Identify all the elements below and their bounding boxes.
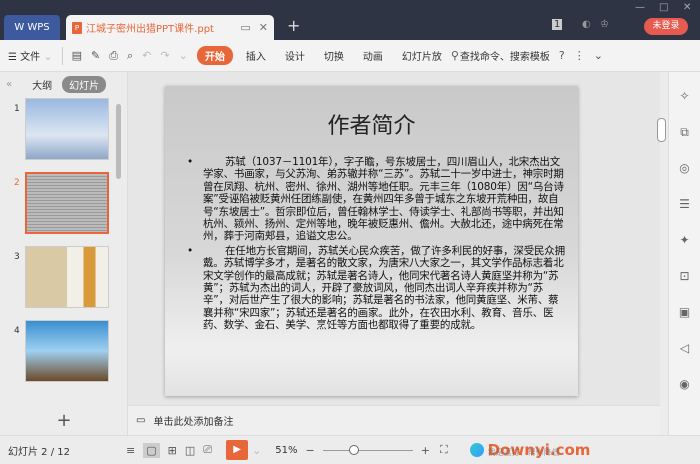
tab-slides[interactable]: 幻灯片 (62, 75, 107, 93)
notes-toggle-icon[interactable]: ≡ (126, 444, 135, 457)
add-slide-button[interactable]: + (0, 407, 128, 435)
notes-icon: ▭ (136, 415, 146, 426)
hamburger-icon: ☰ (8, 52, 17, 63)
thumb-number: 1 (14, 104, 20, 114)
tab-transition[interactable]: 切换 (324, 48, 344, 63)
format-painter-icon[interactable]: ✎ (91, 49, 100, 62)
tab-insert[interactable]: 插入 (246, 48, 266, 63)
print-preview-icon[interactable]: ⌕ (127, 49, 133, 63)
save-icon[interactable]: ▤ (72, 49, 82, 62)
close-window-icon[interactable]: ✕ (683, 2, 691, 13)
image-icon[interactable]: ▣ (669, 300, 700, 324)
thumb-image (25, 246, 109, 308)
tab-slideshow[interactable]: 幻灯片放 (402, 48, 442, 63)
zoom-in-button[interactable]: + (421, 444, 430, 457)
help-button[interactable]: ? (559, 49, 565, 62)
slide-thumbnail[interactable]: 3 (0, 244, 127, 318)
ppt-file-icon: P (72, 21, 82, 34)
undo-icon[interactable]: ↶ (142, 49, 151, 62)
close-tab-icon[interactable]: ✕ (259, 21, 268, 34)
zoom-out-button[interactable]: − (306, 444, 315, 457)
play-slideshow-button[interactable]: ▶ (226, 440, 249, 460)
record-icon[interactable]: ⊡ (669, 264, 700, 288)
thumb-image (25, 98, 109, 160)
assistant-tip: Downyi.com 我是蓝打、帮你降低 (488, 441, 591, 459)
chevron-down-icon: ⌄ (43, 50, 53, 63)
thumb-image (25, 172, 109, 234)
notes-area[interactable]: ▭ 单击此处添加备注 (128, 405, 660, 435)
status-bar: 幻灯片 2 / 12 ≡ ▢ ⊞ ◫ ⎚ ▶ ⌄ 51% − + ⛶ Downy… (0, 435, 700, 464)
redo-icon[interactable]: ↷ (160, 49, 169, 62)
tab-animation[interactable]: 动画 (363, 48, 383, 63)
zoom-level[interactable]: 51% (275, 445, 297, 456)
presenter-view-icon[interactable]: ⎚ (203, 443, 212, 457)
title-bar: W WPS P 江城子密州出猎PPT课件.ppt ▭ ✕ + 1 ◐ ♔ — □ … (0, 0, 700, 40)
thumb-number: 4 (14, 326, 20, 336)
reading-view-icon[interactable]: ◫ (185, 444, 195, 457)
maximize-icon[interactable]: □ (659, 2, 668, 13)
vertical-scrollbar[interactable] (657, 118, 666, 142)
wps-logo-icon: W (14, 22, 25, 33)
settings-icon[interactable]: ☰ (669, 192, 700, 216)
slide-canvas: 作者简介 苏轼（1037－1101年），字子瞻，号东坡居士，四川眉山人，北宋杰出… (128, 72, 660, 405)
slide-counter: 幻灯片 2 / 12 (8, 446, 70, 458)
tab-design[interactable]: 设计 (285, 48, 305, 63)
play-options-icon[interactable]: ⌄ (252, 444, 261, 457)
shape-icon[interactable]: ◎ (669, 156, 700, 180)
toolbar: ☰ 文件 ⌄ ▤ ✎ ⎙ ⌕ ↶ ↷ ⌄ 开始 插入 设计 切换 动画 幻灯片放… (0, 40, 700, 72)
collapse-ribbon-icon[interactable]: ⌄ (594, 49, 603, 62)
thumbnail-scrollbar[interactable] (116, 104, 121, 179)
login-button[interactable]: 未登录 (644, 18, 688, 35)
more-icon[interactable]: ⌄ (179, 49, 188, 62)
slide-thumbnail[interactable]: 4 (0, 318, 127, 392)
zoom-slider[interactable] (322, 444, 413, 455)
animation-icon[interactable]: ✦ (669, 228, 700, 252)
slide-title[interactable]: 作者简介 (165, 108, 578, 140)
slide[interactable]: 作者简介 苏轼（1037－1101年），字子瞻，号东坡居士，四川眉山人，北宋杰出… (165, 86, 578, 396)
document-title: 江城子密州出猎PPT课件.ppt (86, 24, 214, 35)
assistant-tip-text: 我是蓝打、帮你降低 (487, 448, 560, 457)
new-tab-button[interactable]: + (287, 16, 300, 35)
help-circle-icon[interactable]: ◉ (669, 372, 700, 396)
skin-icon[interactable]: ◐ (582, 19, 591, 30)
command-search[interactable]: 查找命令、搜索模板 (460, 48, 550, 63)
document-tab[interactable]: P 江城子密州出猎PPT课件.ppt ▭ ✕ (66, 15, 274, 40)
wps-home-tab[interactable]: W WPS (4, 15, 60, 40)
more-options-icon[interactable]: ⋮ (574, 49, 585, 62)
normal-view-icon[interactable]: ▢ (143, 442, 160, 458)
bullet-paragraph: 在任地方长官期间，苏轼关心民众疾苦，做了许多利民的好事，深受民众拥戴。苏轼博学多… (187, 245, 567, 332)
collapse-panel-icon[interactable]: « (6, 79, 12, 90)
tab-start[interactable]: 开始 (196, 46, 233, 65)
audio-icon[interactable]: ◁ (669, 336, 700, 360)
slide-panel: « 大纲 幻灯片 1 2 3 4 + (0, 72, 128, 435)
fit-window-icon[interactable]: ⛶ (440, 443, 448, 457)
print-icon[interactable]: ⎙ (109, 49, 118, 63)
slide-thumbnail[interactable]: 1 (0, 96, 127, 170)
pin-icon[interactable]: ▭ (240, 21, 250, 34)
assistant-icon[interactable] (469, 443, 484, 457)
copy-icon[interactable]: ⧉ (669, 120, 700, 144)
wps-label: WPS (27, 22, 50, 33)
sorter-view-icon[interactable]: ⊞ (168, 444, 177, 457)
thumb-number: 3 (14, 252, 20, 262)
slide-body[interactable]: 苏轼（1037－1101年），字子瞻，号东坡居士，四川眉山人，北宋杰出文学家、书… (187, 156, 567, 334)
shirt-icon[interactable]: ♔ (600, 19, 609, 30)
tab-outline[interactable]: 大纲 (32, 77, 52, 92)
right-sidebar: ✧ ⧉ ◎ ☰ ✦ ⊡ ▣ ◁ ◉ (668, 72, 700, 435)
window-count-badge[interactable]: 1 (552, 19, 563, 30)
zoom-slider-knob[interactable] (348, 444, 359, 455)
thumb-number: 2 (14, 178, 20, 188)
file-label: 文件 (20, 52, 41, 63)
search-icon: ⚲ (450, 49, 459, 62)
magic-icon[interactable]: ✧ (669, 84, 700, 108)
bullet-paragraph: 苏轼（1037－1101年），字子瞻，号东坡居士，四川眉山人，北宋杰出文学家、书… (187, 156, 567, 243)
thumb-image (25, 320, 109, 382)
slide-thumbnail-selected[interactable]: 2 (0, 170, 127, 244)
file-menu[interactable]: ☰ 文件 ⌄ (8, 48, 53, 63)
divider (61, 46, 63, 65)
minimize-icon[interactable]: — (635, 2, 645, 13)
notes-placeholder: 单击此处添加备注 (153, 417, 234, 428)
